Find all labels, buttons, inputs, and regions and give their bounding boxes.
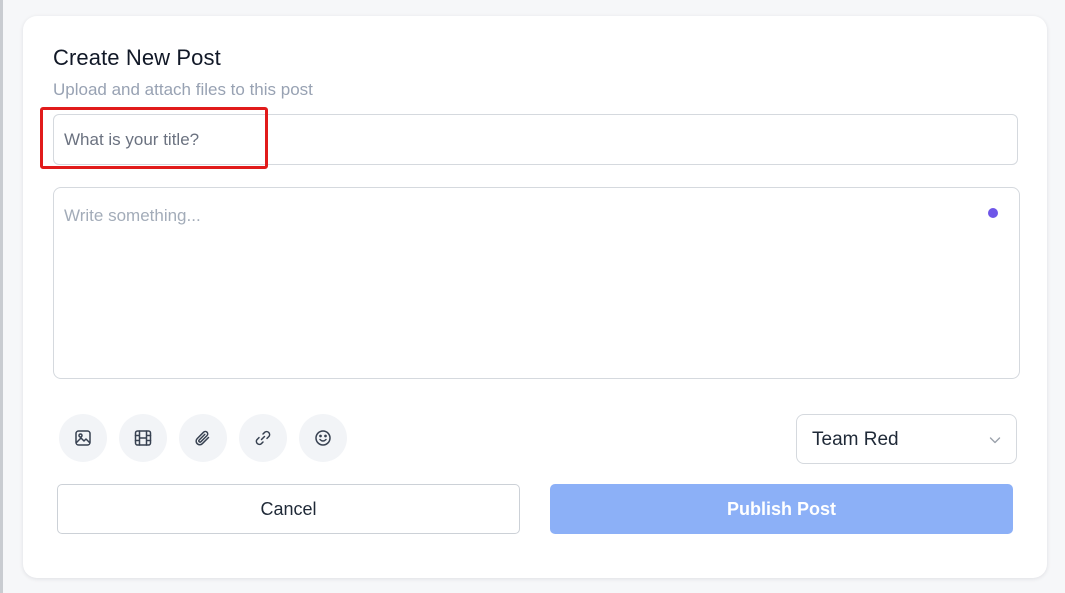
add-image-button[interactable]	[59, 414, 107, 462]
page-title: Create New Post	[53, 45, 221, 70]
status-dot	[988, 208, 998, 218]
title-input[interactable]	[64, 115, 1004, 164]
cancel-button[interactable]: Cancel	[57, 484, 520, 534]
add-video-button[interactable]	[119, 414, 167, 462]
emoji-icon	[315, 430, 331, 446]
title-field[interactable]	[53, 114, 1018, 165]
page-subtitle: Upload and attach files to this post	[53, 80, 313, 99]
team-select[interactable]: Team Red	[796, 414, 1017, 464]
paperclip-icon	[195, 430, 210, 446]
publish-post-button[interactable]: Publish Post	[550, 484, 1013, 534]
create-post-card: Create New Post Upload and attach files …	[23, 16, 1047, 578]
add-emoji-button[interactable]	[299, 414, 347, 462]
body-field[interactable]	[53, 187, 1020, 379]
add-link-button[interactable]	[239, 414, 287, 462]
window-edge	[0, 0, 3, 593]
attach-file-button[interactable]	[179, 414, 227, 462]
image-icon	[75, 430, 91, 446]
chevron-down-icon	[989, 437, 1001, 444]
film-icon	[134, 430, 152, 446]
link-icon	[255, 430, 271, 446]
body-textarea[interactable]	[64, 206, 964, 366]
team-select-value: Team Red	[812, 429, 899, 450]
